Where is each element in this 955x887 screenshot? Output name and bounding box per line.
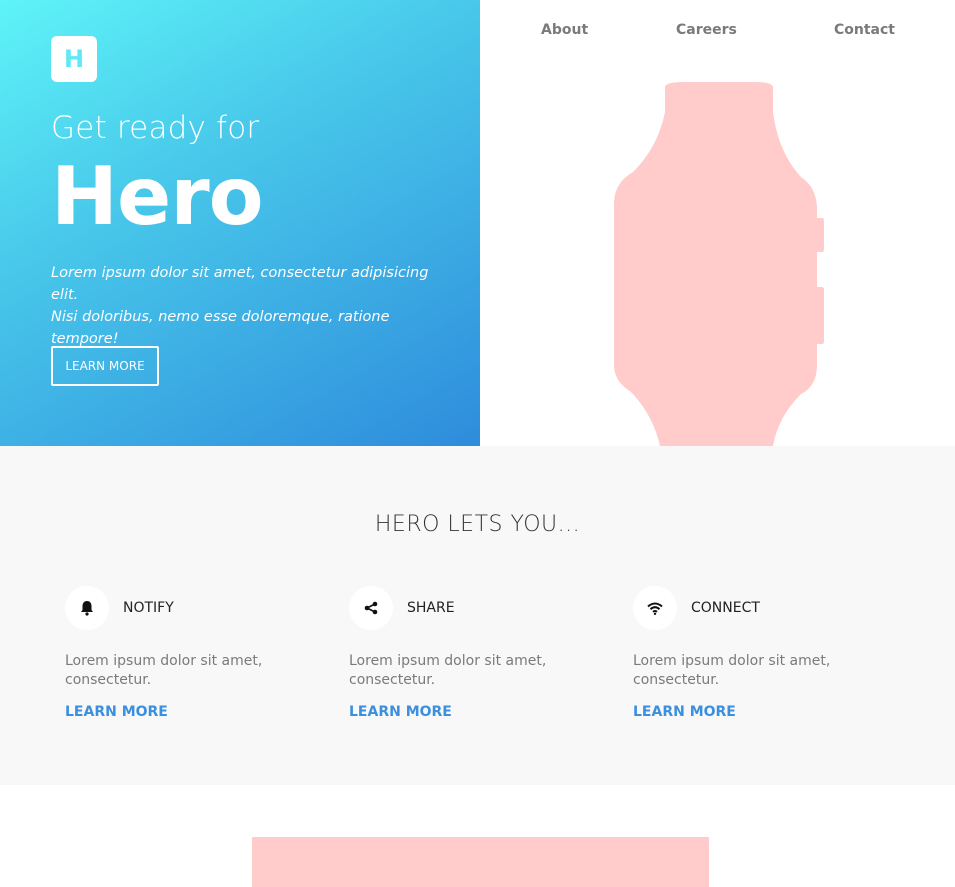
feature-learn-more-link[interactable]: LEARN MORE [349, 704, 452, 720]
learn-more-button[interactable]: LEARN MORE [51, 346, 159, 386]
placeholder-image [252, 837, 709, 887]
hero-title: Hero [51, 150, 264, 243]
nav-contact-link[interactable]: Contact [834, 22, 895, 38]
feature-text: Lorem ipsum dolor sit amet, consectetur. [65, 653, 263, 688]
wifi-icon [633, 586, 677, 630]
nav-about-link[interactable]: About [541, 22, 588, 38]
feature-title: SHARE [407, 600, 455, 616]
share-icon [349, 586, 393, 630]
hero-image-panel: About Careers Contact [480, 0, 955, 446]
feature-learn-more-link[interactable]: LEARN MORE [65, 704, 168, 720]
feature-title: CONNECT [691, 600, 760, 616]
logo[interactable]: H [51, 36, 97, 82]
hero-description-line-2: Nisi doloribus, nemo esse doloremque, ra… [51, 309, 390, 347]
feature-learn-more-link[interactable]: LEARN MORE [633, 704, 736, 720]
top-nav: About Careers Contact [480, 22, 955, 42]
hero-subtitle: Get ready for [51, 110, 260, 146]
features-heading: HERO LETS YOU... [374, 512, 581, 537]
features-section: HERO LETS YOU... NOTIFY Lorem ipsum dolo… [0, 446, 955, 785]
hero-description: Lorem ipsum dolor sit amet, consectetur … [51, 262, 451, 350]
smartwatch-image [614, 82, 824, 446]
feature-title: NOTIFY [123, 600, 174, 616]
bottom-section [0, 785, 955, 887]
hero-description-line-1: Lorem ipsum dolor sit amet, consectetur … [51, 265, 429, 303]
feature-text: Lorem ipsum dolor sit amet, consectetur. [349, 653, 547, 688]
hero-section: H Get ready for Hero Lorem ipsum dolor s… [0, 0, 955, 446]
bell-icon [65, 586, 109, 630]
nav-careers-link[interactable]: Careers [676, 22, 737, 38]
hero-banner: H Get ready for Hero Lorem ipsum dolor s… [0, 0, 480, 446]
feature-text: Lorem ipsum dolor sit amet, consectetur. [633, 653, 831, 688]
